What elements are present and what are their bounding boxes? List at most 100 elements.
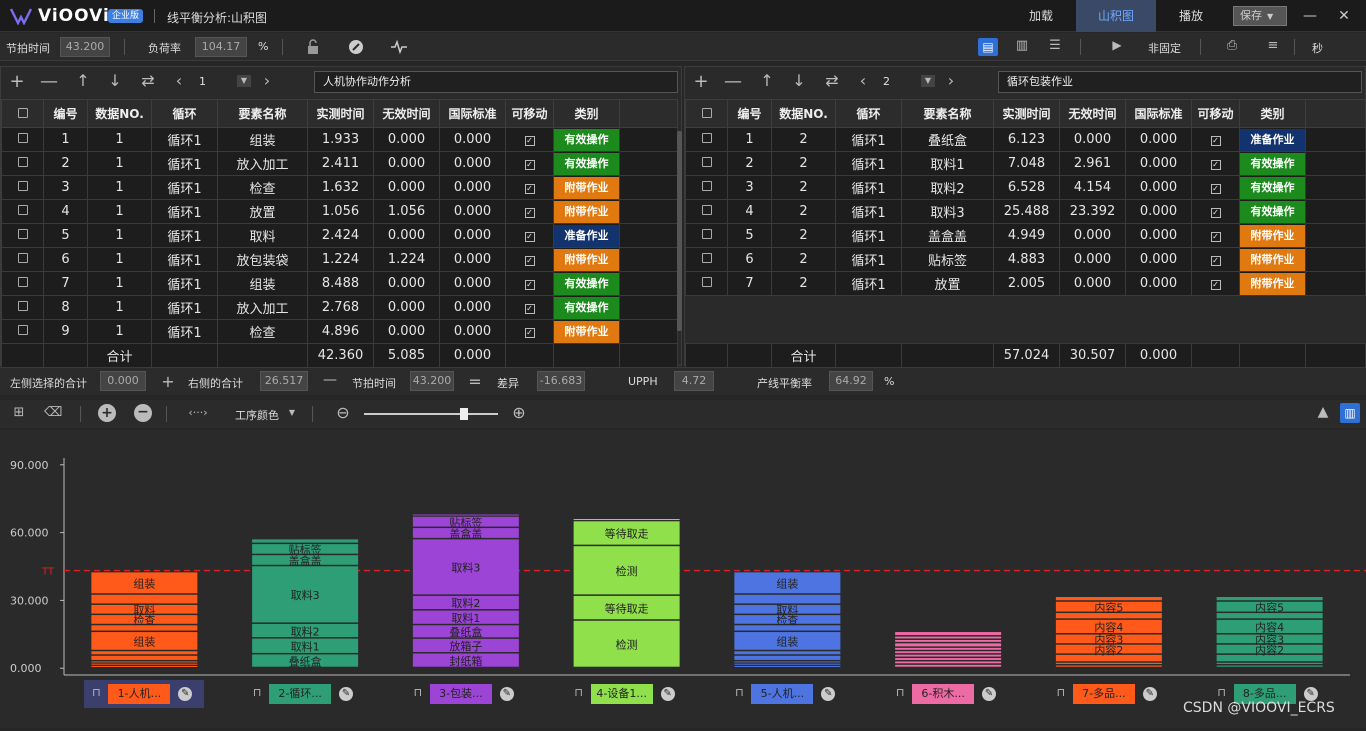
movable-checkbox[interactable]: ✓ (505, 319, 554, 344)
table-cell[interactable]: 循环1 (835, 247, 902, 272)
table-cell[interactable]: 循环1 (835, 127, 902, 152)
table-cell[interactable]: 5 (727, 223, 772, 248)
column-header[interactable]: 数据NO. (771, 99, 836, 128)
page-number[interactable]: 1 (199, 75, 206, 88)
table-cell[interactable]: 0.000 (439, 175, 506, 200)
print-icon[interactable]: ⎙ (1223, 38, 1241, 53)
minimize-icon[interactable]: — (1300, 6, 1320, 26)
movable-checkbox[interactable]: ✓ (505, 295, 554, 320)
category-cell[interactable]: 准备作业 (553, 223, 620, 248)
movable-checkbox[interactable]: ✓ (1191, 151, 1240, 176)
list-view-icon[interactable]: ▤ (978, 38, 998, 56)
table-cell[interactable]: 循环1 (835, 223, 902, 248)
eraser-icon[interactable]: ⌫ (44, 405, 62, 420)
column-header[interactable]: 类别 (553, 99, 620, 128)
remove-icon[interactable]: — (723, 71, 743, 92)
movable-checkbox[interactable]: ✓ (505, 175, 554, 200)
movable-checkbox[interactable]: ✓ (1191, 175, 1240, 200)
table-cell[interactable]: 1 (87, 127, 152, 152)
save-button[interactable]: 保存 ▼ (1233, 6, 1287, 26)
table-cell[interactable]: 6.123 (993, 127, 1060, 152)
color-mode-select[interactable]: 工序颜色 (235, 407, 279, 423)
table-cell[interactable]: 0.000 (439, 199, 506, 224)
edit-icon[interactable]: ✎ (821, 687, 836, 701)
bar-legend[interactable]: ⊓ 5-人机... ✎ (727, 680, 847, 708)
table-cell[interactable]: 2.005 (993, 271, 1060, 296)
table-cell[interactable]: 7.048 (993, 151, 1060, 176)
column-header[interactable]: 国际标准 (439, 99, 506, 128)
table-row[interactable]: 3 2 循环1 取料2 6.528 4.154 0.000 ✓ 有效操作 (685, 175, 1366, 200)
table-cell[interactable]: 1.224 (373, 247, 440, 272)
table-cell[interactable]: 4.883 (993, 247, 1060, 272)
chevron-down-icon[interactable]: ▼ (921, 75, 935, 87)
table-cell[interactable]: 2.961 (1059, 151, 1126, 176)
table-cell[interactable]: 8.488 (307, 271, 374, 296)
table-cell[interactable]: 1 (87, 175, 152, 200)
movable-checkbox[interactable]: ✓ (505, 199, 554, 224)
detail-list-icon[interactable]: ☰ (1046, 38, 1064, 53)
movable-checkbox[interactable]: ✓ (505, 151, 554, 176)
table-cell[interactable]: 1 (87, 151, 152, 176)
column-header[interactable]: 可移动 (505, 99, 554, 128)
add-icon[interactable]: + (7, 71, 27, 92)
chevron-down-icon[interactable]: ▼ (287, 408, 297, 417)
table-cell[interactable]: 1.632 (307, 175, 374, 200)
arrow-up-icon[interactable]: ↑ (73, 71, 93, 90)
table-row[interactable]: 9 1 循环1 检查 4.896 0.000 0.000 ✓ 附带作业 (1, 319, 678, 344)
category-cell[interactable]: 有效操作 (1239, 175, 1306, 200)
scrollbar[interactable] (677, 131, 682, 331)
row-checkbox[interactable] (1, 247, 44, 272)
category-cell[interactable]: 有效操作 (553, 151, 620, 176)
table-cell[interactable]: 盖盒盖 (901, 223, 994, 248)
table-cell[interactable]: 0.000 (439, 319, 506, 344)
table-row[interactable]: 6 2 循环1 贴标签 4.883 0.000 0.000 ✓ 附带作业 (685, 247, 1366, 272)
row-checkbox[interactable] (685, 223, 728, 248)
table-cell[interactable]: 6.528 (993, 175, 1060, 200)
table-row[interactable]: 8 1 循环1 放入加工 2.768 0.000 0.000 ✓ 有效操作 (1, 295, 678, 320)
category-cell[interactable]: 有效操作 (553, 295, 620, 320)
select-all-checkbox[interactable] (1, 99, 44, 128)
table-cell[interactable]: 0.000 (373, 127, 440, 152)
edit-icon[interactable]: ✎ (178, 687, 193, 701)
chart-type-icon[interactable]: ▥ (1340, 403, 1360, 423)
table-row[interactable]: 3 1 循环1 检查 1.632 0.000 0.000 ✓ 附带作业 (1, 175, 678, 200)
row-checkbox[interactable] (685, 199, 728, 224)
unlock-icon[interactable]: ⊓ (894, 686, 906, 699)
movable-checkbox[interactable]: ✓ (505, 271, 554, 296)
select-all-checkbox[interactable] (685, 99, 728, 128)
unlock-icon[interactable]: ⊓ (90, 686, 102, 699)
table-cell[interactable]: 取料2 (901, 175, 994, 200)
category-cell[interactable]: 附带作业 (553, 247, 620, 272)
table-cell[interactable]: 放置 (217, 199, 308, 224)
category-cell[interactable]: 附带作业 (553, 319, 620, 344)
table-cell[interactable]: 4.154 (1059, 175, 1126, 200)
table-cell[interactable]: 1 (87, 319, 152, 344)
movable-checkbox[interactable]: ✓ (1191, 127, 1240, 152)
load-button[interactable]: 加载 (1010, 0, 1072, 32)
category-cell[interactable]: 附带作业 (1239, 223, 1306, 248)
table-cell[interactable]: 放包装袋 (217, 247, 308, 272)
flask-icon[interactable]: ▲ (1316, 404, 1330, 420)
table-cell[interactable]: 0.000 (373, 223, 440, 248)
table-cell[interactable]: 0.000 (439, 295, 506, 320)
wave-icon[interactable] (390, 39, 408, 55)
column-header[interactable]: 循环 (151, 99, 218, 128)
table-cell[interactable]: 2 (771, 127, 836, 152)
zoom-slider-track[interactable] (364, 413, 498, 415)
edit-icon[interactable]: ✎ (499, 687, 514, 701)
table-cell[interactable]: 0.000 (1059, 271, 1126, 296)
category-cell[interactable]: 有效操作 (1239, 151, 1306, 176)
table-cell[interactable]: 叠纸盒 (901, 127, 994, 152)
table-cell[interactable]: 0.000 (439, 223, 506, 248)
column-header[interactable]: 编号 (727, 99, 772, 128)
row-checkbox[interactable] (1, 223, 44, 248)
table-cell[interactable]: 1.056 (373, 199, 440, 224)
column-header[interactable]: 无效时间 (373, 99, 440, 128)
time-unit-label[interactable]: 秒 (1312, 40, 1323, 56)
table-cell[interactable]: 0.000 (439, 127, 506, 152)
table-cell[interactable]: 2 (771, 175, 836, 200)
table-cell[interactable]: 7 (43, 271, 88, 296)
table-cell[interactable]: 循环1 (151, 127, 218, 152)
category-cell[interactable]: 附带作业 (1239, 247, 1306, 272)
table-cell[interactable]: 1 (87, 199, 152, 224)
